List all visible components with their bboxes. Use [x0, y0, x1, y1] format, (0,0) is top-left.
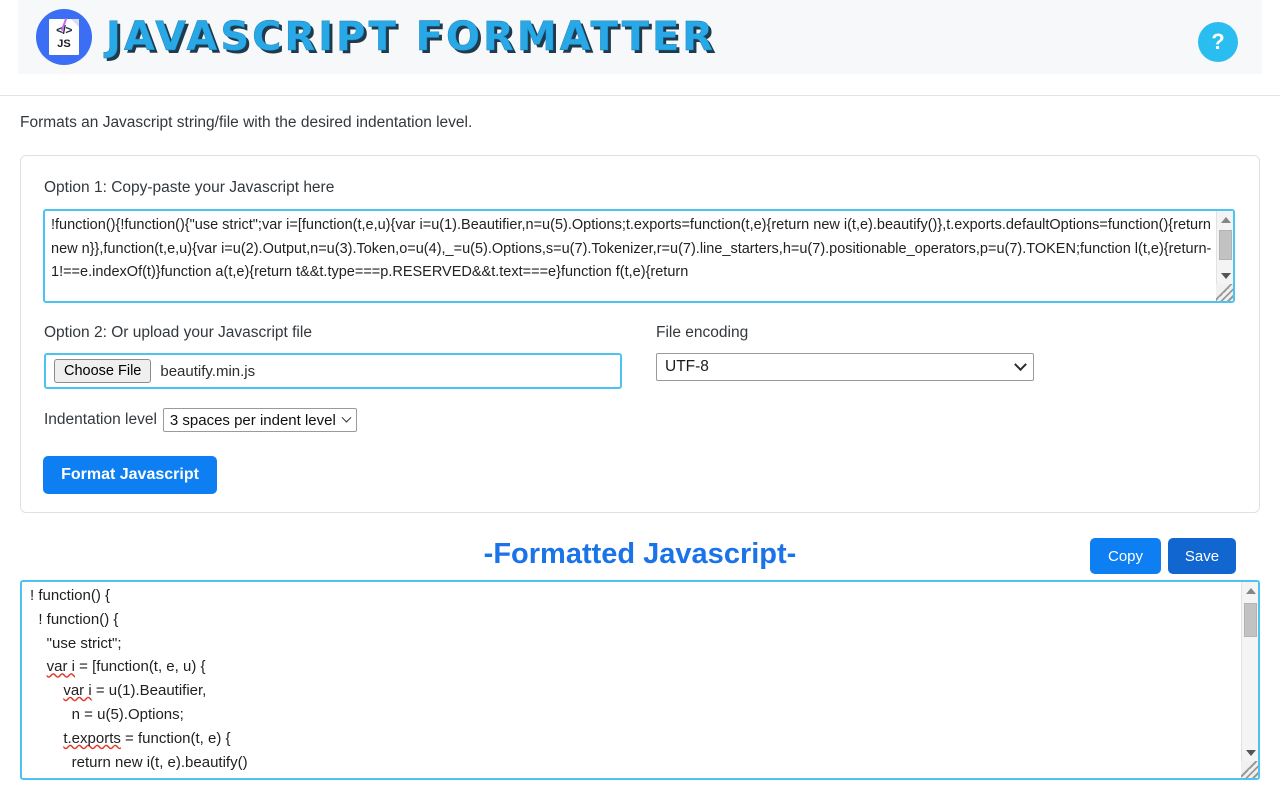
logo-js-text: JS [57, 38, 71, 50]
page-description: Formats an Javascript string/file with t… [20, 114, 473, 131]
option1-label: Option 1: Copy-paste your Javascript her… [44, 179, 335, 196]
document-shape: </> JS [49, 18, 79, 55]
formatted-output-title: -Formatted Javascript- [483, 538, 797, 570]
format-javascript-button[interactable]: Format Javascript [43, 456, 217, 494]
app-logo: </> JS [36, 9, 92, 65]
output-resize-handle[interactable] [1241, 761, 1258, 778]
indentation-select[interactable]: 3 spaces per indent level [162, 408, 357, 432]
output-scrollbar[interactable] [1241, 582, 1258, 778]
scroll-down-icon[interactable] [1217, 267, 1233, 284]
indentation-value: 3 spaces per indent level [169, 411, 336, 429]
output-scrollbar-thumb[interactable] [1244, 603, 1257, 637]
input-resize-handle[interactable] [1216, 284, 1233, 301]
scroll-up-icon[interactable] [1242, 582, 1258, 599]
input-scrollbar-thumb[interactable] [1219, 230, 1232, 260]
chevron-down-icon [1014, 357, 1027, 371]
page-title: JAVASCRIPT FORMATTER [106, 14, 717, 60]
chevron-down-icon [341, 412, 352, 423]
page-root: </> JS JAVASCRIPT FORMATTER ? Formats an… [0, 0, 1280, 800]
header-divider [0, 95, 1280, 96]
scroll-up-icon[interactable] [1217, 211, 1233, 228]
indentation-row: Indentation level 3 spaces per indent le… [44, 408, 357, 432]
copy-button[interactable]: Copy [1090, 538, 1161, 574]
file-encoding-value: UTF-8 [665, 358, 709, 375]
javascript-input-textarea[interactable]: !function(){!function(){"use strict";var… [43, 209, 1235, 303]
formatted-output-textarea[interactable]: ! function() { ! function() { "use stric… [20, 580, 1260, 780]
js-document-icon: </> JS [36, 9, 92, 65]
scroll-down-icon[interactable] [1242, 744, 1258, 761]
formatted-output-value: ! function() { ! function() { "use stric… [30, 587, 248, 771]
help-question-icon[interactable]: ? [1198, 22, 1238, 62]
file-upload-field[interactable]: Choose File beautify.min.js [44, 353, 622, 389]
javascript-input-value: !function(){!function(){"use strict";var… [51, 217, 1216, 280]
save-button[interactable]: Save [1168, 538, 1236, 574]
input-form-card: Option 1: Copy-paste your Javascript her… [20, 155, 1260, 513]
app-header: </> JS JAVASCRIPT FORMATTER ? [18, 0, 1262, 74]
file-encoding-select[interactable]: UTF-8 [656, 353, 1034, 381]
selected-file-name: beautify.min.js [160, 362, 256, 380]
file-encoding-label: File encoding [656, 324, 749, 341]
option2-label: Option 2: Or upload your Javascript file [44, 324, 312, 341]
indentation-label: Indentation level [44, 411, 157, 428]
choose-file-button[interactable]: Choose File [54, 359, 152, 383]
